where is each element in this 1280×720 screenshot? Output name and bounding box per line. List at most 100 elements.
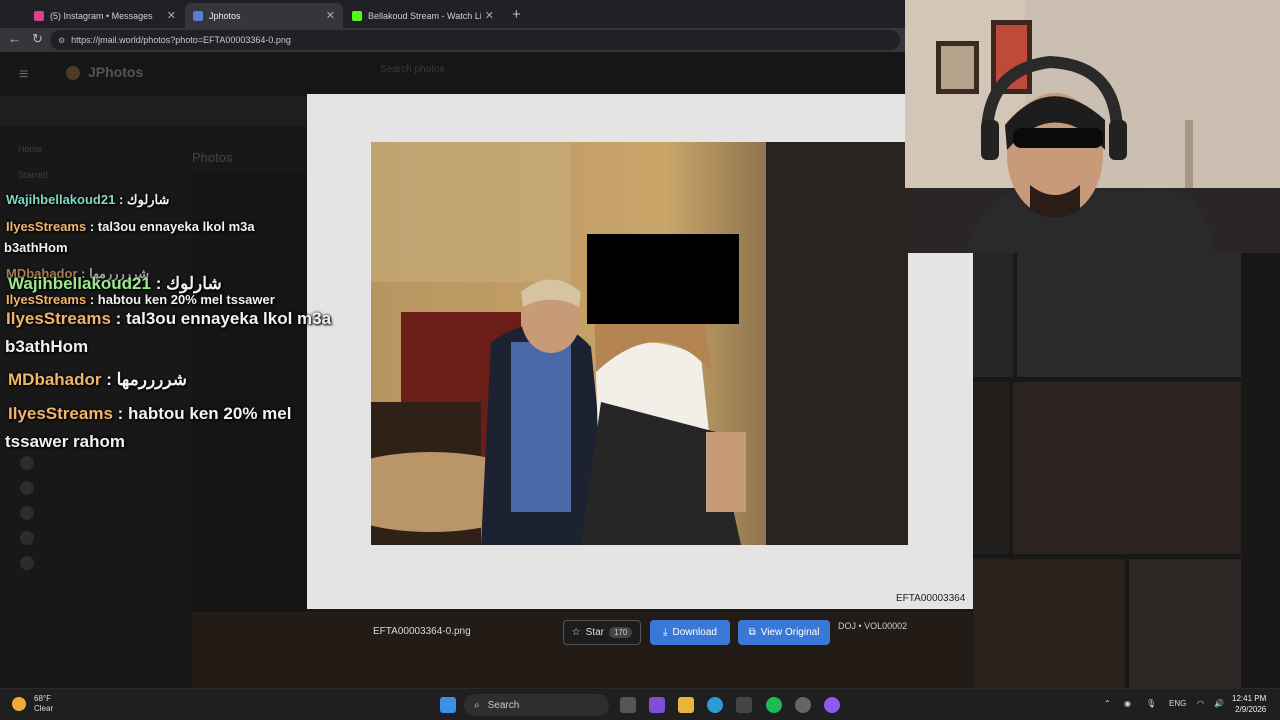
volume-icon[interactable]: 🔊 <box>1214 699 1224 708</box>
chat-text: habtou ken 20% mel <box>128 404 292 423</box>
chat-message: Wajihbellakoud21 : شارلوك <box>8 274 222 293</box>
taskbar: 68°F Clear ⌕ Search ⌃ ◉ 🎙 ENG ◠ 🔊 12:41 … <box>0 688 1280 720</box>
app-icon[interactable] <box>824 697 840 713</box>
chat-username: Wajihbellakoud21 <box>8 274 151 293</box>
browser-toolbar: ← ↻ ⚙ https://jmail.world/photos?photo=E… <box>0 28 905 52</box>
chat-text: habtou ken 20% mel tssawer <box>97 292 275 307</box>
sidebar-item-starred[interactable]: Starred <box>18 170 48 180</box>
chat-text: شارلوك <box>166 274 222 293</box>
address-bar[interactable]: ⚙ https://jmail.world/photos?photo=EFTA0… <box>50 30 900 50</box>
clock-time: 12:41 PM <box>1232 694 1267 703</box>
language-indicator[interactable]: ENG <box>1169 699 1186 708</box>
logo-icon <box>66 66 80 81</box>
close-icon[interactable]: ✕ <box>485 9 494 22</box>
photo-illustration <box>371 142 908 545</box>
page-title: Photos <box>192 150 233 165</box>
weather-widget[interactable]: 68°F Clear <box>12 694 53 714</box>
system-clock[interactable]: 12:41 PM 2/9/2026 <box>1232 693 1266 715</box>
webcam-overlay <box>905 0 1280 253</box>
edge-icon[interactable] <box>707 697 723 713</box>
copilot-icon[interactable] <box>649 697 665 713</box>
photo-thumbnail[interactable] <box>1013 382 1241 554</box>
chat-text: tal3ou ennayeka lkol m3a <box>97 219 255 234</box>
chat-username: Wajihbellakoud21 <box>6 192 116 207</box>
search-input[interactable]: Search photos <box>380 64 620 84</box>
download-icon: ⤓ <box>663 627 668 638</box>
chat-username: IlyesStreams <box>6 219 87 234</box>
menu-icon[interactable]: ≡ <box>19 66 28 84</box>
chat-message: MDbahador : شررررمها <box>8 370 187 389</box>
photo-thumbnail[interactable] <box>1017 252 1241 377</box>
chat-username: MDbahador <box>8 370 102 389</box>
app-name: JPhotos <box>88 64 144 80</box>
url-text: https://jmail.world/photos?photo=EFTA000… <box>71 35 291 45</box>
star-label: Star <box>585 627 604 638</box>
app-header: ≡ JPhotos Search photos <box>0 52 905 96</box>
taskbar-search-label: Search <box>487 699 520 711</box>
new-tab-button[interactable]: + <box>512 6 521 23</box>
avatar <box>20 531 34 545</box>
sidebar-person[interactable] <box>20 531 180 545</box>
sidebar-person[interactable] <box>20 456 180 470</box>
chat-username: IlyesStreams <box>8 404 113 423</box>
photo-thumbnail[interactable] <box>973 382 1009 554</box>
source-label: DOJ • VOL00002 <box>838 621 908 631</box>
reload-icon[interactable]: ↻ <box>32 31 43 47</box>
view-original-button[interactable]: ⧉ View Original <box>738 620 830 645</box>
back-icon[interactable]: ← <box>8 31 21 46</box>
sidebar-person[interactable] <box>20 506 180 520</box>
chat-text: شارلوك <box>126 192 170 207</box>
tab-label: (5) Instagram • Messages <box>50 10 153 21</box>
store-icon[interactable] <box>736 697 752 713</box>
clock-date: 2/9/2026 <box>1235 705 1267 714</box>
kick-icon <box>352 10 362 21</box>
photo-thumbnail[interactable] <box>973 252 1013 377</box>
close-icon[interactable]: ✕ <box>167 9 176 22</box>
spotify-icon[interactable] <box>766 697 782 713</box>
mic-icon[interactable]: 🎙 <box>1146 699 1156 708</box>
site-info-icon[interactable]: ⚙ <box>58 36 65 45</box>
chat-username: IlyesStreams <box>6 309 111 328</box>
taskbar-search[interactable]: ⌕ Search <box>464 694 609 716</box>
download-label: Download <box>672 627 717 638</box>
sidebar-person[interactable] <box>20 556 180 570</box>
chat-message-continued: tssawer rahom <box>5 432 125 451</box>
photo-image <box>371 142 908 545</box>
download-button[interactable]: ⤓ Download <box>650 620 730 645</box>
tab-instagram[interactable]: (5) Instagram • Messages ✕ <box>26 3 184 28</box>
chat-text: شررررمها <box>116 370 187 389</box>
file-explorer-icon[interactable] <box>678 697 694 713</box>
sidebar-item-home[interactable]: Home <box>18 144 42 154</box>
close-icon[interactable]: ✕ <box>326 9 335 22</box>
tab-label: Bellakoud Stream - Watch Live on <box>368 10 481 21</box>
task-view-icon[interactable] <box>620 697 636 713</box>
chat-message-continued: b3athHom <box>5 337 89 356</box>
chevron-up-icon[interactable]: ⌃ <box>1104 699 1111 708</box>
chat-message: IlyesStreams : habtou ken 20% mel tssawe… <box>6 292 275 307</box>
avatar <box>20 506 34 520</box>
chat-message: IlyesStreams : habtou ken 20% mel <box>8 404 292 423</box>
star-button[interactable]: ☆ Star 170 <box>563 620 641 645</box>
jphotos-icon <box>193 10 203 21</box>
chat-message: IlyesStreams : tal3ou ennayeka lkol m3a <box>6 309 332 328</box>
tab-kick-stream[interactable]: Bellakoud Stream - Watch Live on ✕ <box>344 3 502 28</box>
file-name: EFTA00003364-0.png <box>373 626 471 637</box>
wifi-icon[interactable]: ◠ <box>1197 699 1204 708</box>
photo-thumbnail[interactable] <box>973 559 1125 688</box>
photo-thumbnail[interactable] <box>1129 559 1241 688</box>
star-count: 170 <box>608 627 633 638</box>
start-icon[interactable] <box>440 697 456 713</box>
weather-desc: Clear <box>34 704 54 713</box>
webcam-feed <box>905 0 1280 253</box>
network-tray-icon[interactable]: ◉ <box>1124 699 1131 708</box>
chat-message: Wajihbellakoud21 : شارلوك <box>6 192 170 207</box>
weather-sun-icon <box>12 697 26 711</box>
tab-jphotos[interactable]: Jphotos ✕ <box>185 3 343 28</box>
avatar <box>20 556 34 570</box>
chrome-icon[interactable] <box>795 697 811 713</box>
sidebar-person[interactable] <box>20 481 180 495</box>
tab-label: Jphotos <box>209 10 241 21</box>
instagram-icon <box>34 10 44 21</box>
external-link-icon: ⧉ <box>748 627 756 638</box>
app-logo[interactable]: JPhotos <box>66 64 144 81</box>
